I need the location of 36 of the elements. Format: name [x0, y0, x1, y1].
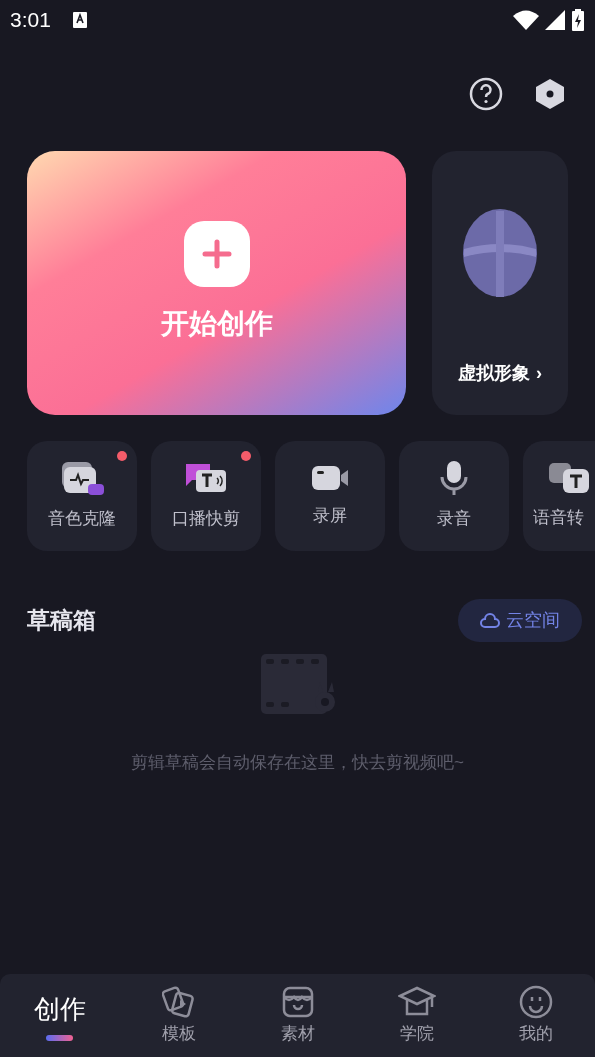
nav-tab[interactable]: 学院 — [357, 974, 476, 1057]
nav-tab[interactable]: 素材 — [238, 974, 357, 1057]
avatar-label: 虚拟形象 › — [458, 362, 542, 385]
cloud-icon — [480, 612, 500, 629]
cards-icon — [161, 984, 196, 1019]
cloud-space-button[interactable]: 云空间 — [458, 599, 582, 642]
tool-label: 口播快剪 — [172, 508, 240, 531]
tool-label: 语音转 — [533, 507, 584, 530]
avatar-card[interactable]: 虚拟形象 › — [432, 151, 568, 415]
tool-tile[interactable]: 口播快剪 — [151, 441, 261, 551]
keyboard-icon — [72, 12, 87, 28]
voice-clone-icon — [60, 460, 104, 497]
speech-to-text-icon — [547, 461, 591, 496]
tool-label: 录屏 — [313, 505, 347, 528]
nav-tab[interactable]: 模板 — [119, 974, 238, 1057]
tool-tile[interactable]: 录屏 — [275, 441, 385, 551]
tool-tile[interactable]: 录音 — [399, 441, 509, 551]
smiley-icon — [518, 984, 553, 1019]
signal-icon — [545, 10, 565, 30]
microphone-icon — [439, 460, 469, 497]
battery-icon — [571, 9, 585, 31]
help-icon[interactable] — [469, 77, 503, 111]
active-indicator — [46, 1035, 73, 1041]
tool-label: 录音 — [437, 508, 471, 531]
status-time: 3:01 — [10, 7, 51, 34]
plus-icon — [183, 221, 250, 287]
shop-icon — [280, 984, 315, 1019]
tool-tile[interactable]: 音色克隆 — [27, 441, 137, 551]
wifi-icon — [513, 10, 539, 30]
settings-icon[interactable] — [533, 77, 567, 111]
nav-tab[interactable]: 创作 — [0, 974, 119, 1057]
tool-label: 音色克隆 — [48, 508, 116, 531]
nav-tab[interactable]: 我的 — [476, 974, 595, 1057]
tool-tile[interactable]: 语音转 — [523, 441, 595, 551]
section-title: 草稿箱 — [27, 606, 96, 636]
empty-drafts-text: 剪辑草稿会自动保存在这里，快去剪视频吧~ — [130, 752, 465, 774]
